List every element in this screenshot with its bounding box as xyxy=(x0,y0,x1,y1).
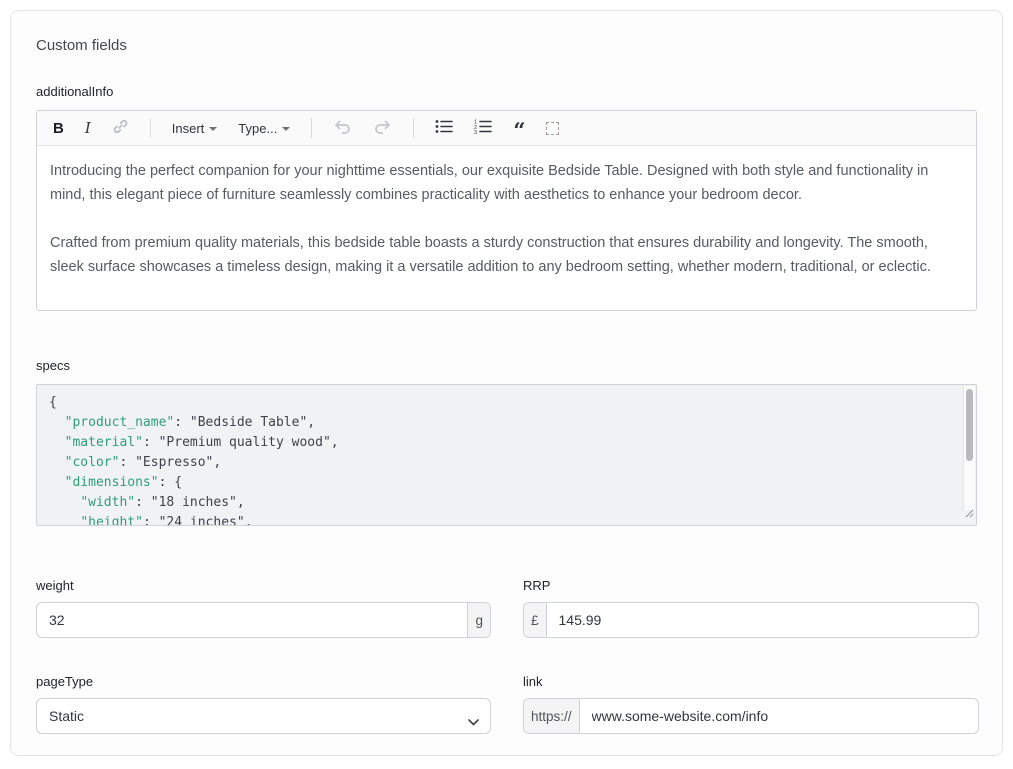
bold-button[interactable]: B xyxy=(51,118,66,139)
toolbar-divider xyxy=(311,118,312,138)
embed-button[interactable] xyxy=(544,120,561,137)
type-dropdown[interactable]: Type... xyxy=(236,119,292,138)
chevron-down-icon xyxy=(209,127,217,131)
blockquote-button[interactable]: “ xyxy=(511,118,527,138)
link-protocol-addon: https:// xyxy=(524,699,580,733)
rrp-input-group: £ xyxy=(523,602,979,638)
specs-code-editor[interactable]: { "product_name": "Bedside Table", "mate… xyxy=(36,384,977,526)
bullet-list-icon xyxy=(435,119,453,137)
field-specs: specs { "product_name": "Bedside Table",… xyxy=(36,358,977,526)
weight-input[interactable] xyxy=(37,603,467,637)
redo-button[interactable] xyxy=(371,117,394,140)
page-type-select[interactable]: Static xyxy=(36,698,491,734)
link-button[interactable] xyxy=(110,116,131,140)
redo-icon xyxy=(373,119,392,138)
field-page-type: pageType Static xyxy=(36,674,491,734)
undo-button[interactable] xyxy=(331,117,354,140)
toolbar-divider xyxy=(413,118,414,138)
field-rrp: RRP £ xyxy=(523,578,979,638)
rrp-input[interactable] xyxy=(547,603,978,637)
svg-text:3: 3 xyxy=(474,130,477,134)
rrp-currency-addon: £ xyxy=(524,603,547,637)
italic-button[interactable]: I xyxy=(83,117,93,139)
rich-text-editor: B I Insert Typ xyxy=(36,110,977,311)
ordered-list-button[interactable]: 1 2 3 xyxy=(472,117,494,139)
dashed-square-icon xyxy=(546,122,559,135)
weight-input-group: g xyxy=(36,602,491,638)
specs-scrollbar-thumb[interactable] xyxy=(966,389,973,461)
bullet-list-button[interactable] xyxy=(433,117,455,139)
editor-paragraph: Crafted from premium quality materials, … xyxy=(50,231,963,279)
page-type-select-wrap: Static xyxy=(36,698,491,734)
field-link: link https:// xyxy=(523,674,979,734)
additional-info-label: additionalInfo xyxy=(36,84,977,99)
weight-unit-addon: g xyxy=(467,603,490,637)
fields-grid: weight g RRP £ pageType Static xyxy=(36,578,977,734)
link-input-group: https:// xyxy=(523,698,979,734)
field-additional-info: additionalInfo B I Insert xyxy=(36,84,977,311)
editor-content[interactable]: Introducing the perfect companion for yo… xyxy=(37,146,976,292)
link-input[interactable] xyxy=(580,699,978,733)
type-dropdown-label: Type... xyxy=(238,121,277,136)
custom-fields-card: Custom fields additionalInfo B I xyxy=(10,10,1003,756)
specs-scrollbar[interactable] xyxy=(963,386,975,510)
insert-dropdown[interactable]: Insert xyxy=(170,119,220,138)
chain-link-icon xyxy=(112,118,129,138)
ordered-list-icon: 1 2 3 xyxy=(474,119,492,137)
weight-label: weight xyxy=(36,578,491,593)
editor-toolbar: B I Insert Typ xyxy=(37,111,976,146)
page-type-label: pageType xyxy=(36,674,491,689)
specs-label: specs xyxy=(36,358,977,373)
specs-code: { "product_name": "Bedside Table", "mate… xyxy=(37,385,976,526)
rrp-label: RRP xyxy=(523,578,979,593)
link-label: link xyxy=(523,674,979,689)
chevron-down-icon xyxy=(282,127,290,131)
toolbar-divider xyxy=(150,118,151,138)
page-title: Custom fields xyxy=(36,37,977,54)
undo-icon xyxy=(333,119,352,138)
resize-grip-icon[interactable] xyxy=(965,505,974,523)
field-weight: weight g xyxy=(36,578,491,638)
insert-dropdown-label: Insert xyxy=(172,121,205,136)
editor-paragraph: Introducing the perfect companion for yo… xyxy=(50,159,963,207)
